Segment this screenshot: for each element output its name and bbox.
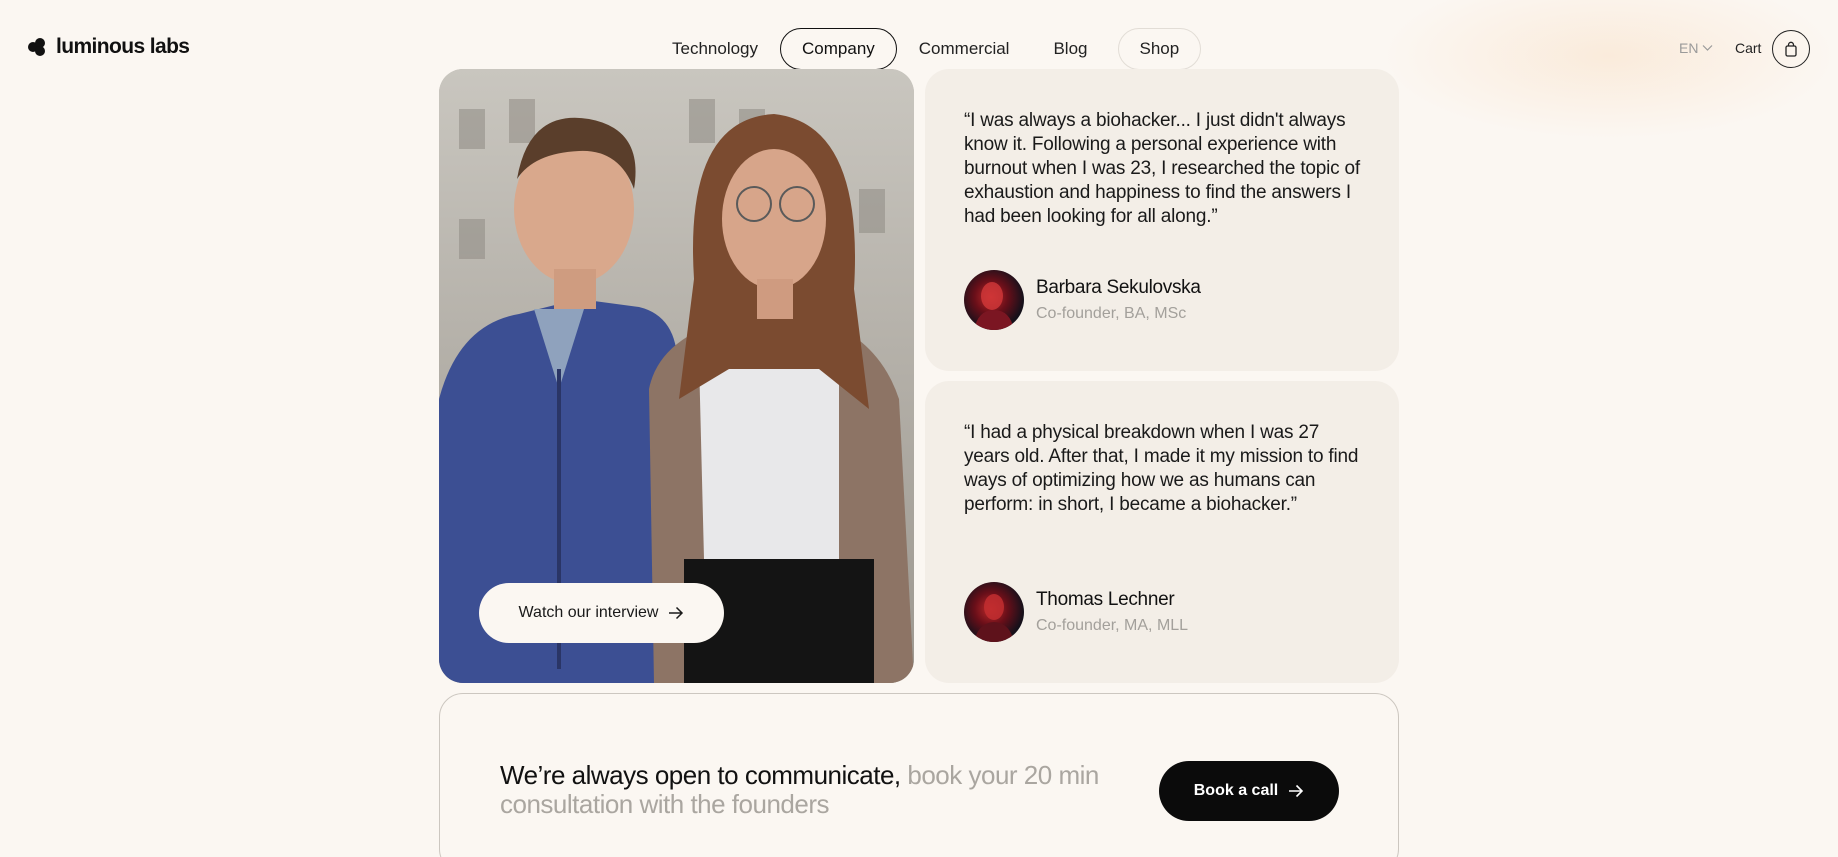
avatar — [964, 582, 1024, 642]
nav-shop[interactable]: Shop — [1117, 28, 1202, 70]
quote-card: “I had a physical breakdown when I was 2… — [925, 381, 1399, 683]
founders-photo: Watch our interview — [439, 69, 914, 683]
nav-technology[interactable]: Technology — [650, 28, 780, 70]
avatar — [964, 270, 1024, 330]
author-role: Co-founder, BA, MSc — [1036, 305, 1187, 322]
shopping-bag-icon — [1785, 41, 1797, 57]
quote-text: “I was always a biohacker... I just didn… — [964, 110, 1360, 227]
language-selector[interactable]: EN — [1679, 40, 1713, 56]
book-call-button[interactable]: Book a call — [1159, 761, 1339, 821]
logo-mark-icon — [28, 38, 48, 56]
author-name: Thomas Lechner — [1036, 589, 1175, 610]
avatar-portrait — [974, 594, 1014, 642]
nav-company[interactable]: Company — [780, 28, 897, 70]
avatar-portrait — [974, 282, 1014, 330]
cart-label[interactable]: Cart — [1735, 40, 1761, 56]
language-label: EN — [1679, 40, 1699, 56]
cta-text: We’re always open to communicate, book y… — [500, 761, 1120, 819]
book-call-label: Book a call — [1193, 782, 1279, 799]
author-role: Co-founder, MA, MLL — [1036, 617, 1189, 634]
nav-commercial[interactable]: Commercial — [897, 28, 1032, 70]
quote-author: Barbara Sekulovska Co-founder, BA, MSc — [964, 270, 1201, 330]
quote-text: “I had a physical breakdown when I was 2… — [964, 422, 1359, 515]
nav-blog[interactable]: Blog — [1031, 28, 1109, 70]
header-glow — [1380, 0, 1838, 140]
arrow-right-icon — [669, 606, 684, 620]
author-name: Barbara Sekulovska — [1036, 277, 1201, 298]
cart-button[interactable] — [1772, 30, 1810, 68]
watch-interview-button[interactable]: Watch our interview — [479, 583, 724, 643]
quote-author: Thomas Lechner Co-founder, MA, MLL — [964, 582, 1188, 642]
main-nav: Technology Company Commercial Blog Shop — [650, 28, 1202, 70]
logo[interactable]: luminous labs — [28, 34, 190, 60]
arrow-right-icon — [1289, 784, 1304, 798]
chevron-down-icon — [1703, 45, 1713, 51]
cta-lead: We’re always open to communicate, — [500, 760, 901, 790]
consultation-cta: We’re always open to communicate, book y… — [439, 693, 1399, 857]
quote-card: “I was always a biohacker... I just didn… — [925, 69, 1399, 371]
logo-text: luminous labs — [56, 35, 190, 58]
watch-interview-label: Watch our interview — [518, 604, 659, 621]
